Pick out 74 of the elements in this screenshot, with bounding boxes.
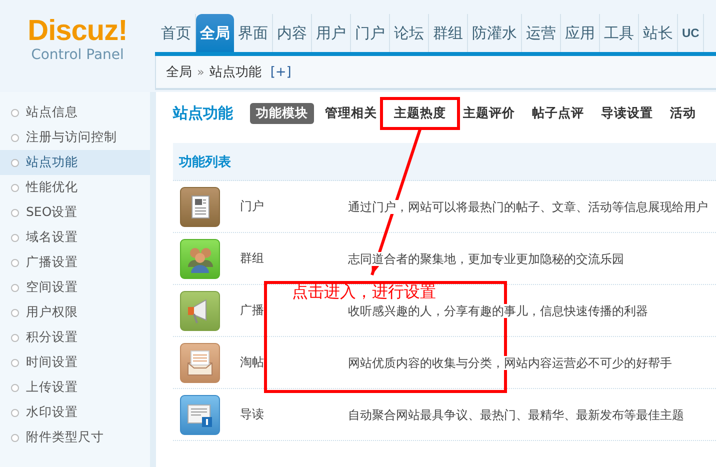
newspaper-icon[interactable] [180, 186, 220, 226]
bullet-icon [11, 184, 19, 192]
people-icon[interactable] [180, 238, 220, 278]
sidebar-label: 域名设置 [26, 229, 78, 246]
feature-name: 广播 [240, 302, 264, 319]
feature-name: 导读 [240, 406, 264, 423]
sidebar-label: 上传设置 [26, 379, 78, 396]
sidebar-label: 站点功能 [26, 154, 78, 171]
sidebar-item[interactable]: 站点信息 [0, 100, 150, 125]
feature-description: 志同道合者的聚集地，更加专业更加隐秘的交流乐园 [348, 252, 624, 266]
breadcrumb-separator: » [197, 65, 204, 79]
feature-description: 收听感兴趣的人，分享有趣的事儿，信息快速传播的利器 [348, 304, 648, 318]
section-tab[interactable]: 主题热度 [388, 102, 452, 124]
logo-subtitle: Control Panel [31, 46, 124, 64]
bullet-icon [11, 384, 19, 392]
bullet-icon [11, 108, 19, 116]
sidebar-item[interactable]: 域名设置 [0, 225, 150, 250]
sidebar-label: SEO设置 [26, 204, 78, 221]
sidebar-label: 性能优化 [26, 179, 78, 196]
sidebar-label: 水印设置 [26, 404, 78, 421]
bullet-icon [11, 234, 19, 242]
bullet-icon [11, 258, 19, 266]
sidebar-item[interactable]: 空间设置 [0, 275, 150, 300]
sidebar-item[interactable]: 站点功能 [0, 150, 150, 175]
feature-description: 自动聚合网站最具争议、最热门、最精华、最新发布等最佳主题 [348, 408, 684, 422]
section-tab[interactable]: 帖子点评 [526, 102, 590, 124]
sidebar-item[interactable]: 水印设置 [0, 400, 150, 425]
sidebar-item[interactable]: 用户权限 [0, 300, 150, 325]
breadcrumb-link[interactable]: 站点功能 [209, 63, 262, 81]
sidebar-item[interactable]: 性能优化 [0, 175, 150, 200]
bullet-icon [11, 158, 19, 166]
sidebar-item[interactable]: 积分设置 [0, 325, 150, 350]
sidebar-label: 时间设置 [26, 354, 78, 371]
feature-description: 网站优质内容的收集与分类，网站内容运营必不可少的好帮手 [348, 356, 672, 370]
breadcrumb-link[interactable]: 全局 [166, 63, 192, 81]
section-tab[interactable]: 管理相关 [319, 102, 383, 124]
sidebar-item[interactable]: 广播设置 [0, 250, 150, 275]
bullet-icon [11, 308, 19, 316]
sidebar-item[interactable]: 注册与访问控制 [0, 125, 150, 150]
section-tab[interactable]: 活动 [664, 102, 702, 124]
sidebar-label: 用户权限 [26, 304, 78, 321]
feature-name: 群组 [240, 250, 264, 267]
bullet-icon [11, 134, 19, 142]
sidebar-label: 附件类型尺寸 [26, 429, 104, 446]
document-info-icon[interactable] [180, 394, 220, 434]
sidebar-item[interactable]: 附件类型尺寸 [0, 425, 150, 450]
feature-name: 门户 [240, 198, 264, 215]
sidebar-item[interactable]: 时间设置 [0, 350, 150, 375]
section-tab[interactable]: 导读设置 [595, 102, 659, 124]
section-title: 功能列表 [179, 154, 231, 170]
page-title: 站点功能 [173, 104, 233, 122]
bullet-icon [11, 408, 19, 416]
sidebar-label: 空间设置 [26, 279, 78, 296]
add-shortcut-link[interactable]: [+] [270, 64, 292, 80]
feature-name: 淘帖 [240, 354, 264, 371]
sidebar-label: 积分设置 [26, 329, 78, 346]
sidebar-label: 注册与访问控制 [26, 129, 117, 146]
sidebar-item[interactable]: SEO设置 [0, 200, 150, 225]
bullet-icon [11, 284, 19, 292]
sidebar-item[interactable]: 上传设置 [0, 375, 150, 400]
nav-tab[interactable]: 全局 [196, 14, 234, 52]
bullet-icon [11, 434, 19, 442]
sidebar-label: 广播设置 [26, 254, 78, 271]
callout-text: 点击进入，进行设置 [292, 284, 437, 299]
tray-icon[interactable] [180, 342, 220, 382]
feature-description: 通过门户，网站可以将最热门的帖子、文章、活动等信息展现给用户 [348, 200, 708, 214]
bullet-icon [11, 208, 19, 216]
discuz-logo: Discuz! [28, 16, 128, 46]
section-tab[interactable]: 功能模块 [250, 102, 314, 124]
sidebar-label: 站点信息 [26, 104, 78, 121]
section-tab[interactable]: 主题评价 [457, 102, 521, 124]
bullet-icon [11, 334, 19, 342]
bullet-icon [11, 358, 19, 366]
megaphone-icon[interactable] [180, 290, 220, 330]
